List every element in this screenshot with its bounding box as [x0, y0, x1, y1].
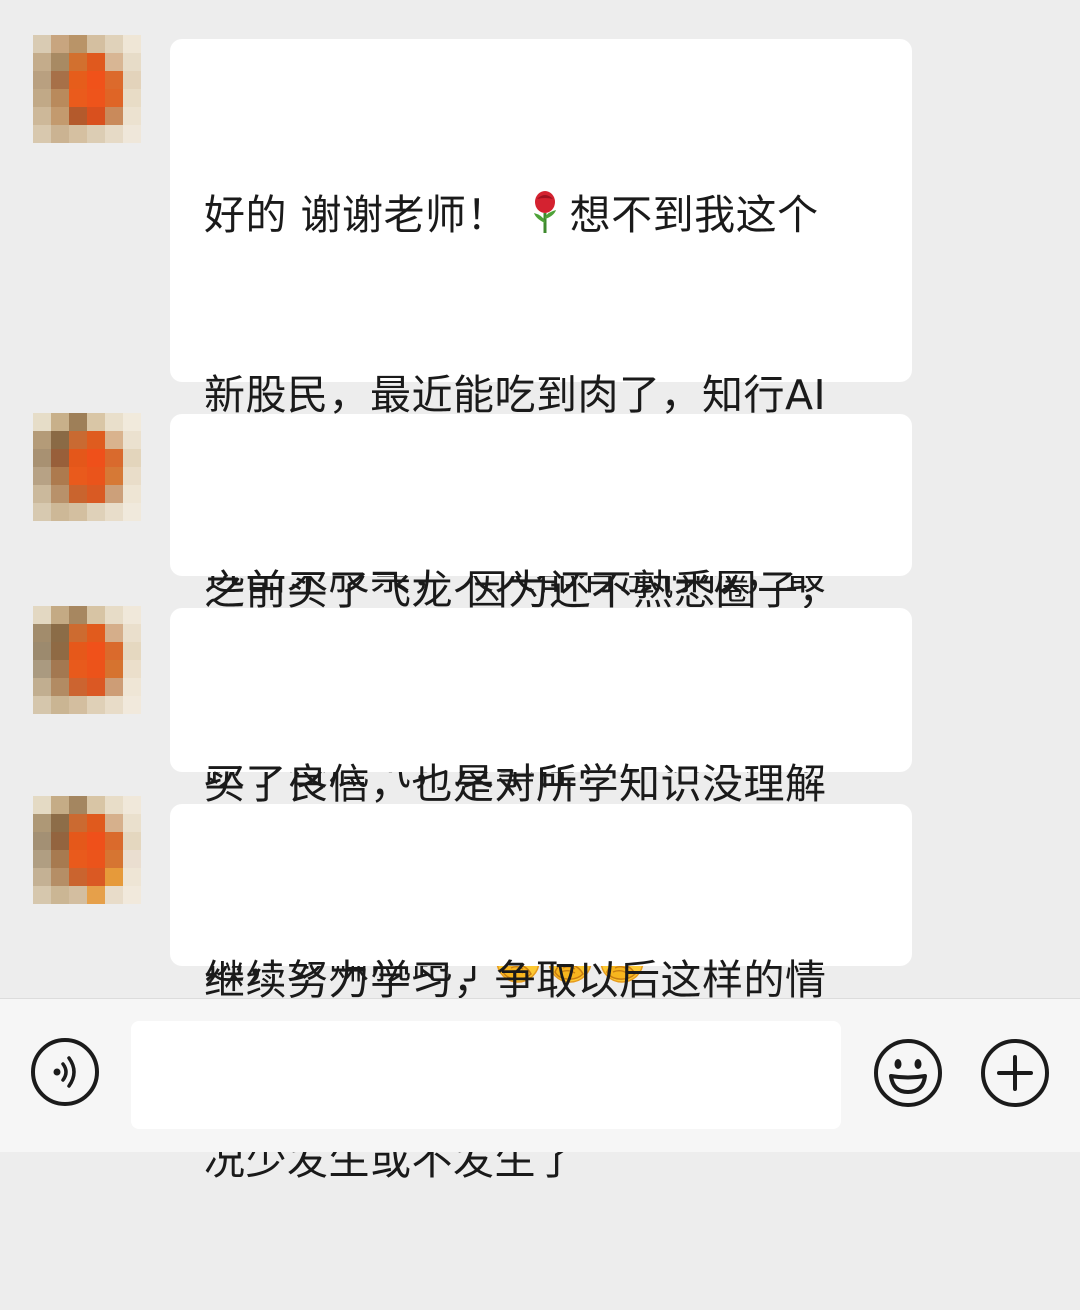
input-bar: [0, 998, 1080, 1152]
avatar[interactable]: [33, 35, 141, 143]
chat-area: 好的 谢谢老师！ 想不到我这个 新股民，最近能吃到肉了，知行AI 选出来股票，天…: [0, 0, 1080, 1184]
message-bubble[interactable]: 之前买了飞龙 因为还不熟悉圈子， 跌了没底气，没拿住！: [170, 414, 912, 794]
message-line: 好的 谢谢老师！ 想不到我这个: [204, 191, 819, 239]
avatar[interactable]: [33, 796, 141, 904]
message-bubble[interactable]: 好的 谢谢老师！ 想不到我这个 新股民，最近能吃到肉了，知行AI 选出来股票，天…: [170, 39, 912, 959]
message-bubble[interactable]: 买了良信，也是对所学知识没理解 透，少赚就跑了: [170, 608, 912, 988]
message-input[interactable]: [131, 1021, 841, 1129]
message-row: 买了良信，也是对所学知识没理解 透，少赚就跑了: [0, 594, 1080, 988]
smiley-icon[interactable]: [873, 1038, 943, 1108]
avatar[interactable]: [33, 413, 141, 521]
voice-button[interactable]: [31, 1038, 99, 1106]
rose-emoji: [533, 191, 556, 233]
message-bubble[interactable]: 继续努力学习，争取以后这样的情 况少发生或不发生了: [170, 804, 912, 1184]
message-row: 之前买了飞龙 因为还不熟悉圈子， 跌了没底气，没拿住！: [0, 413, 1080, 794]
voice-icon: [53, 1056, 76, 1088]
message-row: 继续努力学习，争取以后这样的情 况少发生或不发生了: [0, 792, 1080, 1184]
message-row: 好的 谢谢老师！ 想不到我这个 新股民，最近能吃到肉了，知行AI 选出来股票，天…: [0, 35, 1080, 959]
plus-icon[interactable]: [980, 1038, 1050, 1108]
avatar[interactable]: [33, 606, 141, 714]
